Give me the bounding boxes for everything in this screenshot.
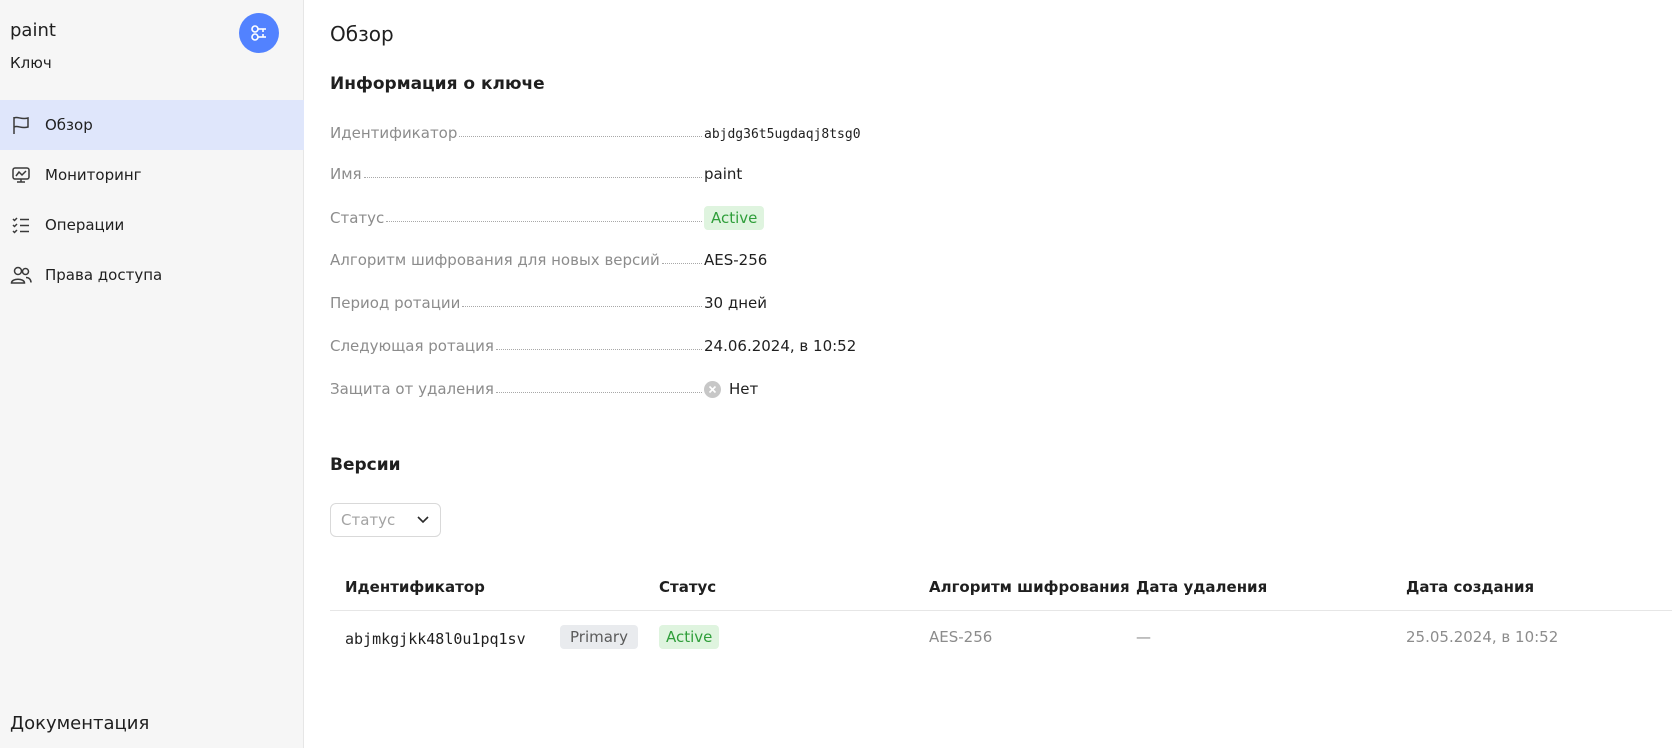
resource-title: paint bbox=[10, 20, 56, 41]
sidebar-item-operations[interactable]: Операции bbox=[0, 200, 304, 250]
info-key: Следующая ротация bbox=[330, 337, 494, 355]
key-info-title: Информация о ключе bbox=[330, 74, 545, 94]
info-row-name: Имя paint bbox=[330, 165, 930, 183]
info-key: Идентификатор bbox=[330, 124, 458, 142]
documentation-link[interactable]: Документация bbox=[10, 713, 149, 734]
main-content: Обзор Информация о ключе Идентификатор a… bbox=[330, 0, 1672, 748]
info-row-rotation-period: Период ротации 30 дней bbox=[330, 294, 930, 312]
column-header-algorithm: Алгоритм шифрования bbox=[929, 578, 1130, 596]
sidebar-item-label: Мониторинг bbox=[45, 166, 142, 184]
primary-tag-wrap: Primary bbox=[560, 625, 638, 649]
info-key: Алгоритм шифрования для новых версий bbox=[330, 251, 660, 269]
key-settings-button[interactable] bbox=[239, 13, 279, 53]
flag-icon bbox=[10, 114, 32, 136]
version-deleted-date: — bbox=[1136, 628, 1151, 646]
status-filter-placeholder: Статус bbox=[341, 511, 396, 529]
sidebar-nav: Обзор Мониторинг Операции Права доступа bbox=[0, 100, 304, 300]
version-algorithm: AES-256 bbox=[929, 628, 993, 646]
column-header-created: Дата создания bbox=[1406, 578, 1535, 596]
primary-badge: Primary bbox=[560, 625, 638, 649]
users-icon bbox=[10, 264, 32, 286]
key-name-value: paint bbox=[704, 165, 743, 183]
close-circle-icon bbox=[704, 381, 721, 398]
info-row-algorithm: Алгоритм шифрования для новых версий AES… bbox=[330, 251, 930, 269]
sidebar-header: paint Ключ bbox=[0, 0, 303, 100]
key-id-value: abjdg36t5ugdaqj8tsg0 bbox=[704, 127, 861, 142]
versions-title: Версии bbox=[330, 455, 401, 475]
info-row-id: Идентификатор abjdg36t5ugdaqj8tsg0 bbox=[330, 124, 930, 142]
sidebar-item-overview[interactable]: Обзор bbox=[0, 100, 304, 150]
resource-type: Ключ bbox=[10, 54, 52, 72]
version-created-date: 25.05.2024, в 10:52 bbox=[1406, 628, 1559, 646]
info-key: Статус bbox=[330, 209, 385, 227]
algorithm-value: AES-256 bbox=[704, 251, 768, 269]
table-header-divider bbox=[330, 610, 1672, 611]
sidebar: paint Ключ Обзор Мониторинг Операции Пра… bbox=[0, 0, 304, 748]
deletion-protection-text: Нет bbox=[729, 380, 759, 398]
column-header-id: Идентификатор bbox=[345, 578, 485, 596]
next-rotation-value: 24.06.2024, в 10:52 bbox=[704, 337, 857, 355]
version-status-wrap: Active bbox=[659, 625, 720, 649]
sidebar-item-monitoring[interactable]: Мониторинг bbox=[0, 150, 304, 200]
deletion-protection-value: Нет bbox=[704, 380, 758, 398]
version-status-badge: Active bbox=[659, 625, 720, 649]
checklist-icon bbox=[10, 214, 32, 236]
status-filter-select[interactable]: Статус bbox=[330, 503, 441, 537]
page-title: Обзор bbox=[330, 22, 394, 46]
sidebar-item-label: Обзор bbox=[45, 116, 93, 134]
column-header-status: Статус bbox=[659, 578, 717, 596]
info-row-deletion-protection: Защита от удаления Нет bbox=[330, 380, 930, 398]
info-key: Имя bbox=[330, 165, 362, 183]
status-badge: Active bbox=[704, 206, 765, 230]
version-id: abjmkgjkk48l0u1pq1sv bbox=[345, 630, 526, 648]
chevron-down-icon bbox=[406, 515, 440, 525]
info-row-next-rotation: Следующая ротация 24.06.2024, в 10:52 bbox=[330, 337, 930, 355]
column-header-deleted: Дата удаления bbox=[1136, 578, 1268, 596]
sidebar-item-access[interactable]: Права доступа bbox=[0, 250, 304, 300]
monitor-chart-icon bbox=[10, 164, 32, 186]
info-key: Период ротации bbox=[330, 294, 461, 312]
info-key: Защита от удаления bbox=[330, 380, 494, 398]
sidebar-item-label: Права доступа bbox=[45, 266, 163, 284]
info-row-status: Статус Active bbox=[330, 206, 930, 230]
key-settings-icon bbox=[251, 25, 266, 41]
rotation-period-value: 30 дней bbox=[704, 294, 768, 312]
sidebar-item-label: Операции bbox=[45, 216, 125, 234]
